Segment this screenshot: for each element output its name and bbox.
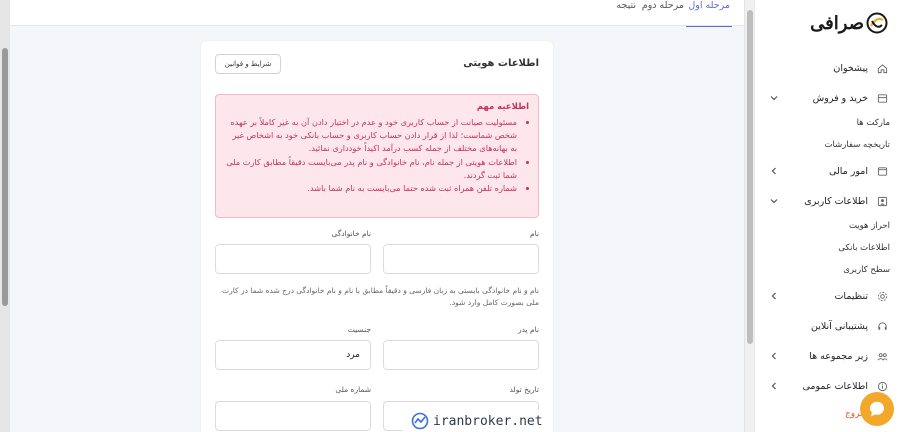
exchange-icon bbox=[876, 92, 888, 104]
chevron-left-icon bbox=[771, 167, 776, 175]
sidebar-sub-bank-info[interactable]: اطلاعات بانکی bbox=[838, 243, 890, 253]
sidebar-item-dashboard[interactable]: پیشخوان bbox=[754, 58, 900, 78]
content-scrollbar-thumb[interactable] bbox=[747, 10, 753, 344]
sidebar-item-label: تنظیمات bbox=[834, 290, 868, 302]
tab-step-2[interactable]: مرحله دوم bbox=[642, 0, 684, 26]
identity-card: اطلاعات هویتی شرایط و قوانین اطلاعیه مهم… bbox=[201, 41, 553, 432]
first-name-label: نام bbox=[529, 229, 539, 238]
sidebar-sub-kyc[interactable]: احراز هویت bbox=[849, 221, 890, 231]
chevron-left-icon bbox=[771, 292, 776, 300]
user-icon bbox=[876, 195, 888, 207]
sidebar-item-label: اطلاعات کاربری bbox=[804, 195, 868, 207]
chevron-left-icon bbox=[771, 382, 776, 390]
chat-button[interactable] bbox=[860, 392, 894, 426]
logo-mark-icon bbox=[866, 12, 888, 34]
birth-date-label: تاریخ تولد bbox=[509, 385, 540, 394]
logo-text: صرافی bbox=[810, 12, 864, 34]
sidebar-sub-order-history[interactable]: تاریخچه سفارشات bbox=[825, 140, 891, 150]
notice-item: اطلاعات هویتی از جمله نام، نام خانوادگی … bbox=[225, 156, 517, 182]
chevron-down-icon bbox=[770, 96, 778, 101]
brand-logo[interactable]: صرافی bbox=[810, 12, 888, 34]
father-name-label: نام پدر bbox=[517, 325, 539, 334]
outer-scrollbar-thumb[interactable] bbox=[2, 48, 8, 306]
card-title: اطلاعات هویتی bbox=[463, 58, 539, 69]
watermark: iranbroker.net bbox=[403, 410, 551, 432]
sidebar-item-settings[interactable]: تنظیمات bbox=[754, 286, 900, 306]
notice-list: مسئولیت صیانت از حساب کاربری خود و عدم د… bbox=[225, 116, 529, 195]
terms-button[interactable]: شرایط و قوانین bbox=[215, 54, 281, 74]
tab-result[interactable]: نتیجه bbox=[616, 0, 636, 26]
chat-bubble-icon bbox=[870, 401, 884, 417]
sidebar: صرافی پیشخوان خرید و فروش مارکت ها تاریخ… bbox=[754, 0, 900, 432]
chevron-down-icon bbox=[770, 199, 778, 204]
main-content: مرحله اول مرحله دوم نتیجه اطلاعات هویتی … bbox=[10, 0, 744, 432]
sidebar-item-referrals[interactable]: زیر مجموعه ها bbox=[754, 346, 900, 366]
notice-item: مسئولیت صیانت از حساب کاربری خود و عدم د… bbox=[225, 116, 517, 156]
sidebar-item-label: زیر مجموعه ها bbox=[809, 350, 868, 362]
sidebar-item-user-info[interactable]: اطلاعات کاربری bbox=[754, 191, 900, 211]
national-id-label: شماره ملی bbox=[335, 385, 371, 394]
step-tabs: مرحله اول مرحله دوم نتیجه bbox=[10, 0, 744, 27]
first-name-input[interactable] bbox=[383, 244, 539, 274]
last-name-label: نام خانوادگی bbox=[331, 229, 371, 238]
gear-icon bbox=[876, 290, 888, 302]
info-icon bbox=[876, 380, 888, 392]
gender-label: جنسیت bbox=[347, 325, 371, 334]
name-note: نام و نام خانوادگی بایستی به زبان فارسی … bbox=[222, 286, 539, 307]
gender-select[interactable]: مرد bbox=[215, 340, 371, 370]
outer-scrollbar[interactable] bbox=[0, 0, 10, 432]
sidebar-item-label: پشتیبانی آنلاین bbox=[810, 320, 868, 332]
headset-icon bbox=[876, 320, 888, 332]
national-id-input[interactable] bbox=[215, 401, 371, 431]
home-icon bbox=[876, 62, 888, 74]
sidebar-sub-markets[interactable]: مارکت ها bbox=[857, 118, 890, 128]
sidebar-item-finance[interactable]: امور مالی bbox=[754, 161, 900, 181]
important-notice: اطلاعیه مهم مسئولیت صیانت از حساب کاربری… bbox=[215, 94, 539, 218]
sidebar-item-trade[interactable]: خرید و فروش bbox=[754, 88, 900, 108]
watermark-text: iranbroker.net bbox=[433, 413, 543, 429]
sidebar-item-label: اطلاعات عمومی bbox=[802, 380, 868, 392]
content-scrollbar[interactable] bbox=[744, 0, 754, 432]
sidebar-item-label: خرید و فروش bbox=[812, 92, 868, 104]
sidebar-sub-user-level[interactable]: سطح کاربری bbox=[843, 265, 890, 275]
chevron-left-icon bbox=[771, 352, 776, 360]
watermark-logo-icon bbox=[411, 412, 429, 430]
wallet-icon bbox=[876, 165, 888, 177]
tab-step-1[interactable]: مرحله اول bbox=[686, 0, 732, 27]
last-name-input[interactable] bbox=[215, 244, 371, 274]
sidebar-item-label: پیشخوان bbox=[833, 62, 868, 74]
users-icon bbox=[876, 350, 888, 362]
notice-item: شماره تلفن همراه ثبت شده حتما می‌بایست ب… bbox=[225, 182, 517, 195]
father-name-input[interactable] bbox=[383, 340, 539, 370]
sidebar-item-label: امور مالی bbox=[828, 165, 868, 177]
notice-title: اطلاعیه مهم bbox=[476, 102, 529, 112]
sidebar-item-support[interactable]: پشتیبانی آنلاین bbox=[754, 316, 900, 336]
